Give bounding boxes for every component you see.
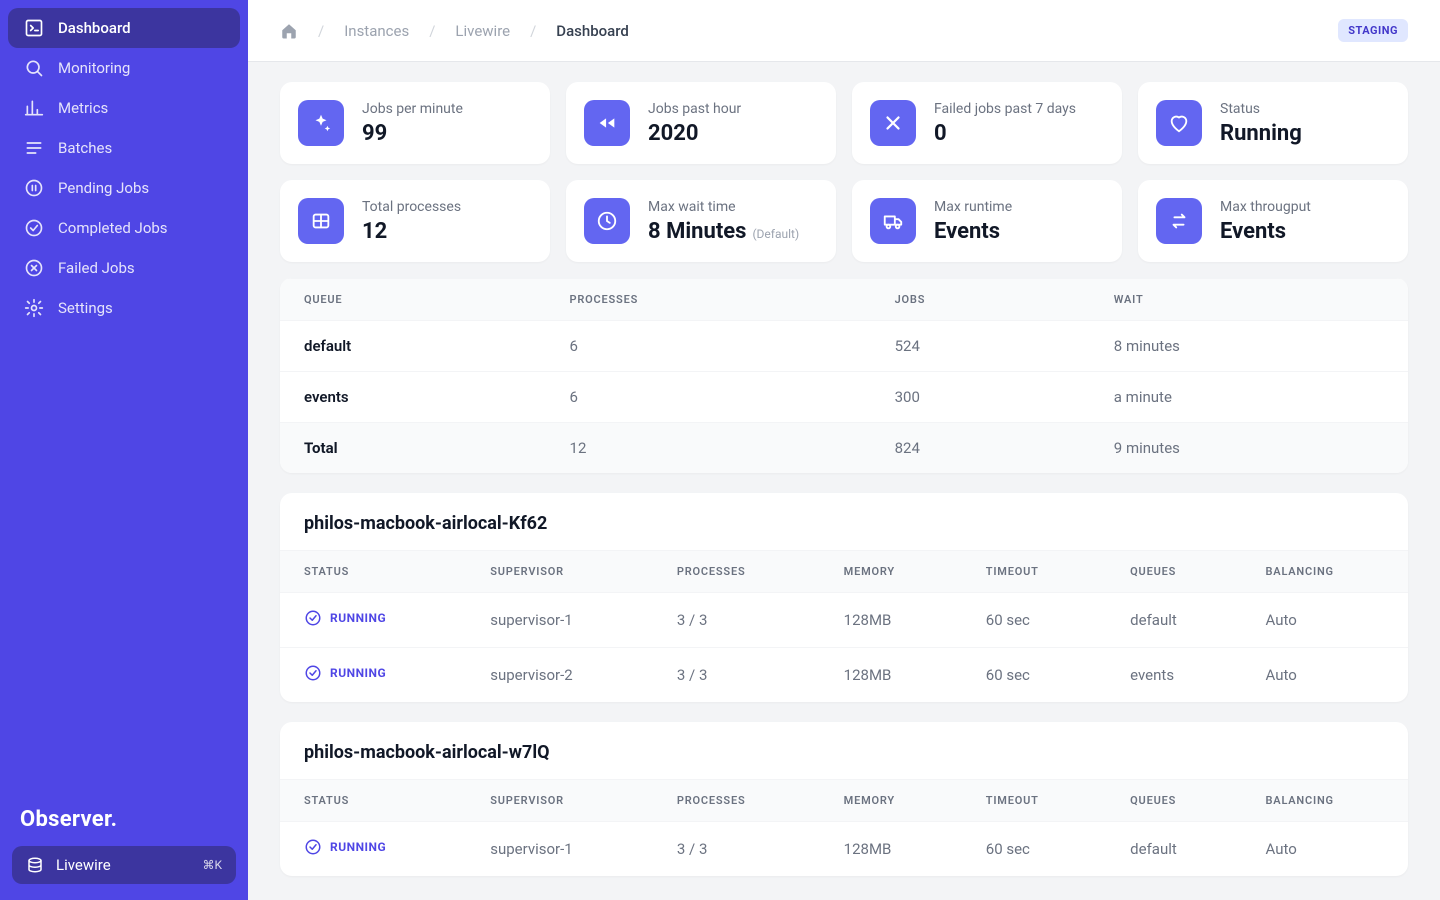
gear-icon bbox=[24, 298, 44, 318]
stat-value: Running bbox=[1220, 121, 1302, 146]
table-row: RUNNINGsupervisor-23 / 3128MB60 secevent… bbox=[280, 648, 1408, 703]
table-row: events6300a minute bbox=[280, 372, 1408, 423]
col-wait: WAIT bbox=[1090, 279, 1408, 321]
stat-card: Status Running bbox=[1138, 82, 1408, 164]
sidebar-item-batches[interactable]: Batches bbox=[8, 128, 240, 168]
staging-badge: STAGING bbox=[1338, 19, 1408, 42]
sidebar-item-label: Completed Jobs bbox=[58, 219, 168, 237]
truck-icon bbox=[870, 198, 916, 244]
instance-name: philos-macbook-airlocal-w7lQ bbox=[280, 722, 1408, 779]
x-icon bbox=[24, 258, 44, 278]
col-processes: PROCESSES bbox=[546, 279, 871, 321]
terminal-icon bbox=[24, 18, 44, 38]
stat-label: Status bbox=[1220, 101, 1302, 117]
search-icon bbox=[24, 58, 44, 78]
col-queue: QUEUE bbox=[280, 279, 546, 321]
instance-panel: philos-macbook-airlocal-Kf62STATUSSUPERV… bbox=[280, 493, 1408, 702]
environment-switcher[interactable]: Livewire ⌘K bbox=[12, 846, 236, 884]
sidebar-item-label: Pending Jobs bbox=[58, 179, 149, 197]
clock-icon bbox=[584, 198, 630, 244]
stat-value: Events bbox=[934, 219, 1012, 244]
status-badge: RUNNING bbox=[304, 838, 386, 856]
home-icon[interactable] bbox=[280, 22, 298, 40]
sidebar-item-failed-jobs[interactable]: Failed Jobs bbox=[8, 248, 240, 288]
queues-panel: QUEUE PROCESSES JOBS WAIT default65248 m… bbox=[280, 278, 1408, 473]
stat-card: Jobs past hour 2020 bbox=[566, 82, 836, 164]
sidebar-item-label: Failed Jobs bbox=[58, 259, 135, 277]
x-icon bbox=[870, 100, 916, 146]
table-row: RUNNINGsupervisor-13 / 3128MB60 secdefau… bbox=[280, 822, 1408, 877]
status-badge: RUNNING bbox=[304, 664, 386, 682]
db-icon bbox=[298, 198, 344, 244]
stat-value: 12 bbox=[362, 219, 461, 244]
stat-label: Jobs past hour bbox=[648, 101, 741, 117]
table-row: default65248 minutes bbox=[280, 321, 1408, 372]
sidebar-item-metrics[interactable]: Metrics bbox=[8, 88, 240, 128]
sidebar: Dashboard Monitoring Metrics Batches Pending… bbox=[0, 0, 248, 900]
table-row: RUNNINGsupervisor-13 / 3128MB60 secdefau… bbox=[280, 593, 1408, 648]
stat-value: 99 bbox=[362, 121, 463, 146]
stat-value: 8 Minutes(Default) bbox=[648, 219, 799, 244]
stat-label: Failed jobs past 7 days bbox=[934, 101, 1076, 117]
stat-card: Jobs per minute 99 bbox=[280, 82, 550, 164]
chart-icon bbox=[24, 98, 44, 118]
breadcrumb-current: Dashboard bbox=[556, 22, 629, 40]
breadcrumb-item[interactable]: Instances bbox=[344, 22, 409, 40]
col-jobs: JOBS bbox=[871, 279, 1090, 321]
sidebar-item-label: Settings bbox=[58, 299, 113, 317]
brand-title: Observer. bbox=[0, 795, 248, 838]
sidebar-item-label: Metrics bbox=[58, 99, 108, 117]
stat-card: Failed jobs past 7 days 0 bbox=[852, 82, 1122, 164]
breadcrumb: / Instances / Livewire / Dashboard bbox=[280, 22, 629, 40]
environment-shortcut: ⌘K bbox=[202, 858, 222, 872]
stat-label: Total processes bbox=[362, 199, 461, 215]
sidebar-item-pending-jobs[interactable]: Pending Jobs bbox=[8, 168, 240, 208]
sidebar-item-settings[interactable]: Settings bbox=[8, 288, 240, 328]
pause-icon bbox=[24, 178, 44, 198]
stat-value: Events bbox=[1220, 219, 1311, 244]
swap-icon bbox=[1156, 198, 1202, 244]
stack-icon bbox=[26, 856, 44, 874]
instance-name: philos-macbook-airlocal-Kf62 bbox=[280, 493, 1408, 550]
stat-value: 0 bbox=[934, 121, 1076, 146]
sidebar-item-monitoring[interactable]: Monitoring bbox=[8, 48, 240, 88]
sparkle-icon bbox=[298, 100, 344, 146]
stat-card: Max througput Events bbox=[1138, 180, 1408, 262]
check-icon bbox=[24, 218, 44, 238]
sidebar-item-completed-jobs[interactable]: Completed Jobs bbox=[8, 208, 240, 248]
stat-label: Max wait time bbox=[648, 199, 799, 215]
breadcrumb-item[interactable]: Livewire bbox=[455, 22, 510, 40]
sidebar-item-label: Monitoring bbox=[58, 59, 130, 77]
stat-card: Total processes 12 bbox=[280, 180, 550, 262]
table-row-total: Total128249 minutes bbox=[280, 423, 1408, 474]
stat-label: Jobs per minute bbox=[362, 101, 463, 117]
instance-panel: philos-macbook-airlocal-w7lQSTATUSSUPERV… bbox=[280, 722, 1408, 876]
stat-card: Max wait time 8 Minutes(Default) bbox=[566, 180, 836, 262]
sidebar-item-label: Dashboard bbox=[58, 19, 131, 37]
stat-label: Max runtime bbox=[934, 199, 1012, 215]
stat-value: 2020 bbox=[648, 121, 741, 146]
topbar: / Instances / Livewire / Dashboard STAGI… bbox=[248, 0, 1440, 62]
stat-card: Max runtime Events bbox=[852, 180, 1122, 262]
sidebar-item-dashboard[interactable]: Dashboard bbox=[8, 8, 240, 48]
sidebar-item-label: Batches bbox=[58, 139, 112, 157]
heart-icon bbox=[1156, 100, 1202, 146]
rewind-icon bbox=[584, 100, 630, 146]
list-icon bbox=[24, 138, 44, 158]
environment-label: Livewire bbox=[56, 856, 111, 874]
status-badge: RUNNING bbox=[304, 609, 386, 627]
stat-label: Max througput bbox=[1220, 199, 1311, 215]
